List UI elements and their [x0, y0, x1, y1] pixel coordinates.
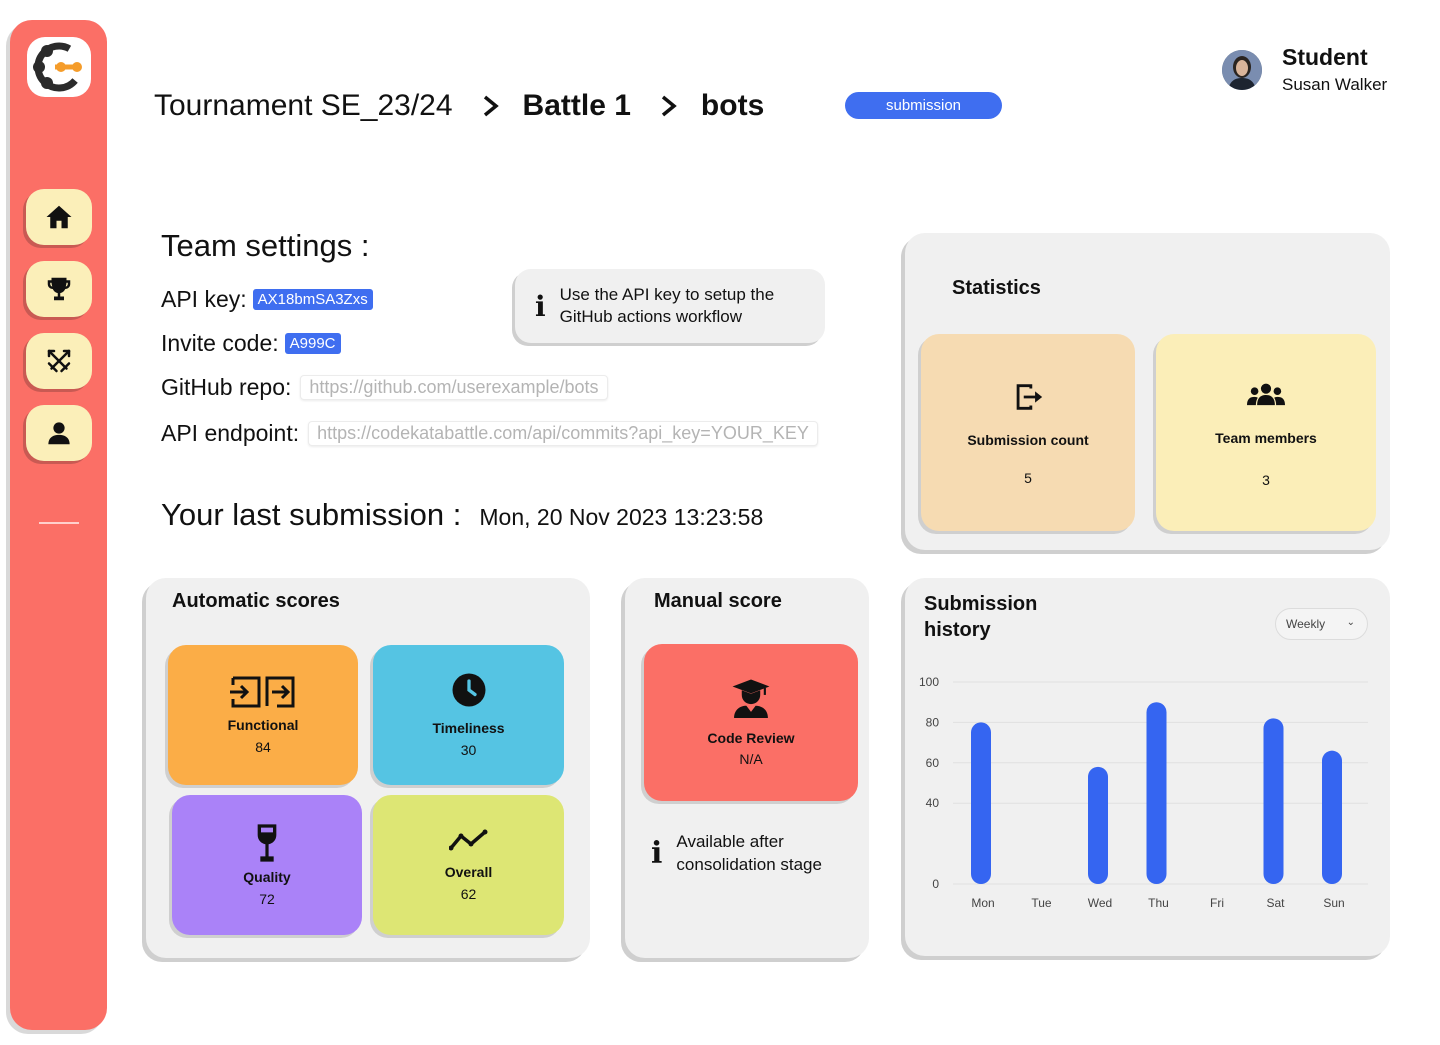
functional-tile: Functional 84: [168, 645, 358, 785]
breadcrumb-battle[interactable]: Battle 1: [523, 89, 631, 123]
y-tick-label: 80: [926, 715, 940, 729]
timeliness-label: Timeliness: [432, 720, 505, 736]
user-role: Student: [1282, 44, 1368, 70]
graduate-icon: [732, 679, 770, 718]
submit-icon: [1016, 383, 1043, 410]
swords-icon: [47, 349, 71, 373]
overall-label: Overall: [444, 864, 493, 880]
automatic-scores-card: Automatic scores Functional 84 Timelines…: [146, 578, 590, 958]
submission-history-chart: 0 40 60 80 100 Mon Tue Wed Thu Fri Sat Sun: [919, 675, 1368, 910]
api-key-value[interactable]: AX18bmSA3Zxs: [252, 289, 373, 310]
user-name: Susan Walker: [1282, 75, 1388, 94]
overall-tile: Overall 62: [373, 795, 564, 935]
api-key-tip: i Use the API key to setup the GitHub ac…: [515, 269, 825, 343]
manual-score-card: Manual score Code Review N/A i Available…: [625, 578, 869, 958]
chart-bar-sat: [1263, 718, 1284, 884]
breadcrumb-team: bots: [700, 89, 765, 122]
user-profile[interactable]: Student Susan Walker: [1222, 44, 1387, 95]
team-settings-title: Team settings :: [161, 228, 370, 263]
sidebar-item-home[interactable]: [26, 189, 92, 245]
last-submission-value: Mon, 20 Nov 2023 13:23:58: [479, 504, 764, 530]
api-key-label: API key:: [161, 286, 247, 312]
api-endpoint-field[interactable]: https://codekatabattle.com/api/commits?a…: [308, 421, 818, 446]
api-key-tip-text: Use the API key to setup the GitHub acti…: [559, 285, 775, 326]
chevron-right-icon: [481, 94, 501, 118]
api-endpoint-label: API endpoint:: [161, 420, 300, 446]
submission-count-label: Submission count: [967, 431, 1089, 448]
code-review-value: N/A: [739, 751, 763, 767]
timeliness-tile: Timeliness 30: [373, 645, 564, 785]
manual-score-note: i Available after consolidation stage: [651, 830, 869, 876]
last-submission-label: Your last submission :: [161, 497, 462, 532]
x-tick-label: Sun: [1323, 896, 1344, 910]
sidebar-divider: [39, 522, 79, 524]
y-tick-label: 0: [932, 877, 939, 891]
chart-bar-wed: [1088, 766, 1108, 884]
statistics-title: Statistics: [952, 277, 1041, 299]
chart-bar-sun: [1322, 750, 1342, 884]
timeliness-value: 30: [460, 742, 477, 758]
manual-score-title: Manual score: [654, 590, 782, 612]
functional-label: Functional: [227, 717, 299, 733]
code-review-label: Code Review: [707, 730, 795, 746]
y-tick-label: 100: [919, 675, 939, 689]
quality-label: Quality: [243, 869, 291, 885]
team-members-value: 3: [1262, 471, 1270, 488]
wine-glass-icon: [257, 824, 277, 862]
y-tick-label: 60: [926, 756, 940, 770]
home-icon: [46, 205, 72, 229]
manual-score-note-text: Available after consolidation stage: [676, 832, 822, 874]
submission-count-value: 5: [1024, 469, 1032, 486]
team-members-tile: Team members 3: [1156, 334, 1376, 531]
sidebar: [10, 20, 107, 1030]
github-repo-row: GitHub repo: https://github.com/userexam…: [161, 374, 608, 401]
chevron-right-icon: [659, 94, 679, 118]
sidebar-item-profile[interactable]: [26, 405, 92, 461]
quality-value: 72: [259, 891, 275, 907]
x-tick-label: Mon: [971, 896, 994, 910]
logo-icon: [33, 42, 84, 92]
last-submission: Your last submission : Mon, 20 Nov 2023 …: [161, 497, 763, 533]
y-tick-label: 40: [926, 796, 940, 810]
info-icon: i: [651, 835, 663, 871]
chart-bar-mon: [971, 722, 991, 884]
status-badge: submission: [845, 92, 1002, 119]
github-repo-label: GitHub repo:: [161, 374, 292, 400]
overall-value: 62: [460, 886, 477, 902]
invite-code-row: Invite code: A999C: [161, 330, 341, 357]
sidebar-item-tournaments[interactable]: [26, 261, 92, 317]
statistics-card: Statistics Submission count 5 Team membe…: [905, 233, 1390, 550]
trophy-icon: [47, 277, 71, 301]
sidebar-item-battles[interactable]: [26, 333, 92, 389]
functional-value: 84: [255, 739, 271, 755]
invite-code-label: Invite code:: [161, 330, 279, 356]
breadcrumb-tournament[interactable]: Tournament SE_23/24: [154, 89, 453, 123]
code-review-tile: Code Review N/A: [644, 644, 858, 801]
x-tick-label: Tue: [1031, 896, 1052, 910]
group-icon: [1247, 383, 1285, 405]
automatic-scores-title: Automatic scores: [172, 590, 340, 612]
x-tick-label: Wed: [1088, 896, 1112, 910]
submission-count-tile: Submission count 5: [921, 334, 1135, 531]
functional-icon: [230, 676, 295, 708]
x-tick-label: Thu: [1148, 896, 1169, 910]
github-repo-field[interactable]: https://github.com/userexample/bots: [300, 375, 608, 400]
trend-icon: [448, 829, 487, 851]
chart-bar-thu: [1146, 702, 1167, 884]
clock-icon: [452, 673, 485, 707]
x-tick-label: Fri: [1210, 896, 1224, 910]
info-icon: i: [535, 289, 546, 323]
submission-history-card: Submission history Weekly ⌄ 0 40 60 80 100 Mo…: [905, 578, 1390, 956]
quality-tile: Quality 72: [172, 795, 362, 935]
team-members-label: Team members: [1215, 429, 1317, 446]
avatar: [1222, 49, 1262, 90]
app-logo[interactable]: [27, 37, 91, 97]
breadcrumb: Tournament SE_23/24 Battle 1 bots: [154, 86, 764, 126]
x-tick-label: Sat: [1266, 896, 1285, 910]
user-icon: [48, 422, 70, 445]
api-endpoint-row: API endpoint: https://codekatabattle.com…: [161, 420, 818, 447]
invite-code-value[interactable]: A999C: [284, 333, 341, 354]
api-key-row: API key: AX18bmSA3Zxs: [161, 286, 373, 313]
